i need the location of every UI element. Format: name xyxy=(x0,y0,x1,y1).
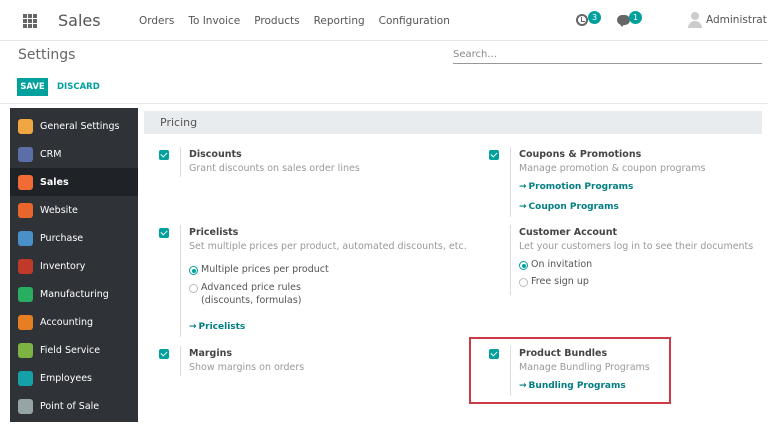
register-icon xyxy=(18,398,33,414)
divider xyxy=(510,147,511,217)
section-header-pricing: Pricing xyxy=(144,111,762,134)
sidebar-item-manufacturing[interactable]: Manufacturing xyxy=(10,280,138,308)
sidebar-item-label: Field Service xyxy=(40,344,101,356)
multiple-prices-radio[interactable] xyxy=(189,266,198,275)
menu-item-reporting[interactable]: Reporting xyxy=(314,15,365,27)
sidebar-item-sales[interactable]: Sales xyxy=(10,168,138,196)
advanced-rules-label: Advanced price rules xyxy=(201,282,301,293)
discounts-checkbox[interactable] xyxy=(159,150,169,160)
product-bundles-title: Product Bundles xyxy=(519,348,608,359)
on-invitation-label: On invitation xyxy=(531,259,593,270)
discard-button[interactable]: DISCARD xyxy=(57,82,100,92)
menu-item-products[interactable]: Products xyxy=(254,15,299,27)
divider xyxy=(510,225,511,295)
app-grid-icon[interactable] xyxy=(23,14,37,28)
sidebar-item-general-settings[interactable]: General Settings xyxy=(10,112,138,140)
coupon-programs-link[interactable]: Coupon Programs xyxy=(519,202,619,212)
pricelists-desc: Set multiple prices per product, automat… xyxy=(189,241,467,252)
customer-account-title: Customer Account xyxy=(519,227,618,238)
user-menu[interactable]: Administrat xyxy=(688,12,767,28)
wrench-icon xyxy=(18,286,33,302)
divider xyxy=(180,225,181,337)
divider xyxy=(180,147,181,177)
sidebar-item-purchase[interactable]: Purchase xyxy=(10,224,138,252)
menu-item-orders[interactable]: Orders xyxy=(139,15,174,27)
app-name: Sales xyxy=(58,11,101,30)
coupons-desc: Manage promotion & coupon programs xyxy=(519,163,706,174)
sidebar-item-label: Employees xyxy=(40,372,92,384)
save-button[interactable]: SAVE xyxy=(17,78,48,96)
promotion-programs-link[interactable]: Promotion Programs xyxy=(519,182,634,192)
messages-count-badge: 1 xyxy=(629,11,642,24)
pricelists-checkbox[interactable] xyxy=(159,228,169,238)
free-signup-radio[interactable] xyxy=(519,278,528,287)
free-signup-label: Free sign up xyxy=(531,276,589,287)
sidebar-item-inventory[interactable]: Inventory xyxy=(10,252,138,280)
avatar xyxy=(688,12,702,28)
customer-account-desc: Let your customers log in to see their d… xyxy=(519,241,754,252)
margins-title: Margins xyxy=(189,348,233,359)
gear-icon xyxy=(18,118,33,134)
sidebar-item-point-of-sale[interactable]: Point of Sale xyxy=(10,392,138,420)
top-navbar: Sales Orders To Invoice Products Reporti… xyxy=(0,0,768,41)
globe-icon xyxy=(18,202,33,218)
sidebar-item-label: Manufacturing xyxy=(40,288,109,300)
sidebar-item-label: Point of Sale xyxy=(40,400,100,412)
sidebar-item-label: Purchase xyxy=(40,232,84,244)
sidebar-item-label: General Settings xyxy=(40,120,120,132)
divider xyxy=(510,346,511,396)
boxes-icon xyxy=(18,258,33,274)
margins-checkbox[interactable] xyxy=(159,349,169,359)
advanced-rules-sublabel: (discounts, formulas) xyxy=(201,295,302,306)
sidebar-item-crm[interactable]: CRM xyxy=(10,140,138,168)
discounts-desc: Grant discounts on sales order lines xyxy=(189,163,360,174)
map-icon xyxy=(18,342,33,358)
chart-icon xyxy=(18,174,33,190)
sidebar-item-label: CRM xyxy=(40,148,62,160)
document-icon xyxy=(18,314,33,330)
user-name: Administrat xyxy=(706,14,767,26)
sidebar-item-accounting[interactable]: Accounting xyxy=(10,308,138,336)
divider xyxy=(180,346,181,376)
sidebar-item-label: Sales xyxy=(40,176,69,188)
pricelists-link[interactable]: Pricelists xyxy=(189,322,246,332)
activity-count-badge: 3 xyxy=(588,11,601,24)
messages-button[interactable]: 1 xyxy=(617,11,647,30)
clock-icon xyxy=(576,14,588,26)
discounts-title: Discounts xyxy=(189,149,242,160)
sidebar-item-website[interactable]: Website xyxy=(10,196,138,224)
product-bundles-desc: Manage Bundling Programs xyxy=(519,362,650,373)
people-icon xyxy=(18,370,33,386)
advanced-rules-radio[interactable] xyxy=(189,284,198,293)
sidebar-item-employees[interactable]: Employees xyxy=(10,364,138,392)
main-menu: Orders To Invoice Products Reporting Con… xyxy=(139,15,464,27)
page-title: Settings xyxy=(18,47,76,63)
coupons-checkbox[interactable] xyxy=(489,150,499,160)
on-invitation-radio[interactable] xyxy=(519,261,528,270)
activities-button[interactable]: 3 xyxy=(576,11,606,30)
multiple-prices-label: Multiple prices per product xyxy=(201,264,329,275)
sidebar-item-label: Website xyxy=(40,204,78,216)
menu-item-to-invoice[interactable]: To Invoice xyxy=(188,15,240,27)
settings-sidebar: General Settings CRM Sales Website Purch… xyxy=(10,108,138,422)
sidebar-item-field-service[interactable]: Field Service xyxy=(10,336,138,364)
search-input[interactable]: Search... xyxy=(453,47,762,64)
sidebar-item-label: Accounting xyxy=(40,316,94,328)
pricelists-title: Pricelists xyxy=(189,227,239,238)
sidebar-item-label: Inventory xyxy=(40,260,86,272)
margins-desc: Show margins on orders xyxy=(189,362,305,373)
bundling-programs-link[interactable]: Bundling Programs xyxy=(519,381,626,391)
coupons-title: Coupons & Promotions xyxy=(519,149,642,160)
product-bundles-checkbox[interactable] xyxy=(489,349,499,359)
menu-item-configuration[interactable]: Configuration xyxy=(379,15,450,27)
card-icon xyxy=(18,230,33,246)
handshake-icon xyxy=(18,146,33,162)
